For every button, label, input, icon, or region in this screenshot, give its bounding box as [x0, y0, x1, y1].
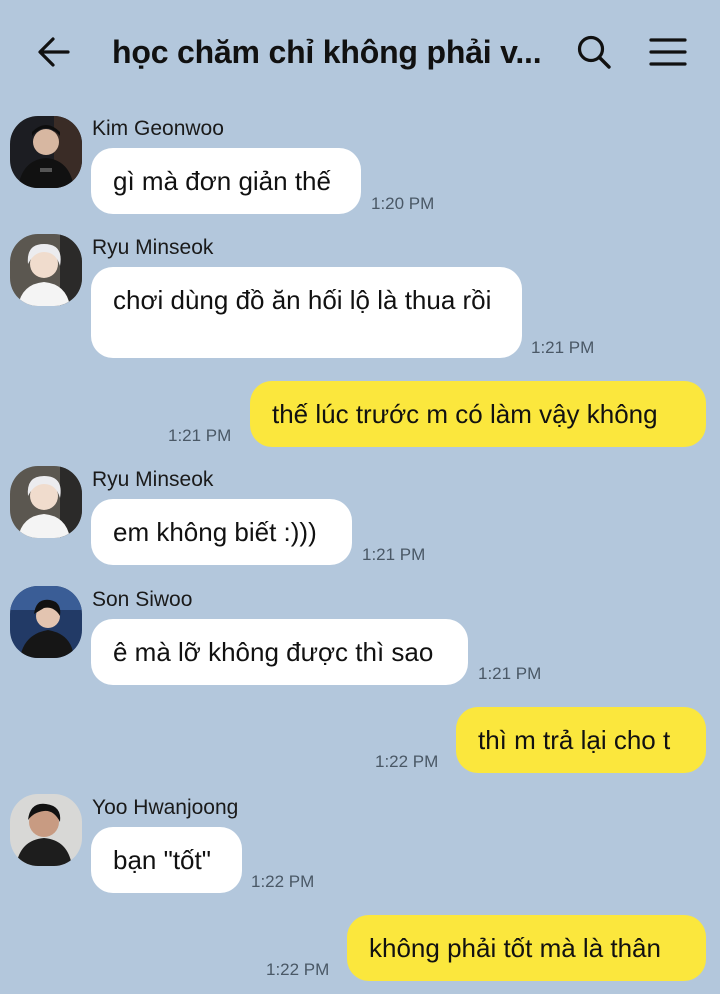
sender-name: Son Siwoo: [92, 588, 193, 611]
message-text: bạn "tốt": [113, 845, 211, 875]
back-button[interactable]: [26, 24, 82, 80]
avatar-yoo-hwanjoong[interactable]: [10, 794, 82, 866]
message-bubble-incoming[interactable]: ê mà lỡ không được thì sao: [91, 619, 468, 685]
avatar-kim-geonwoo[interactable]: [10, 116, 82, 188]
message-text: em không biết :))): [113, 517, 317, 547]
message-text: không phải tốt mà là thân: [369, 933, 661, 963]
sender-name: Ryu Minseok: [92, 236, 214, 259]
hamburger-menu-icon: [649, 38, 687, 66]
message-bubble-outgoing[interactable]: thì m trả lại cho t: [456, 707, 706, 773]
chat-header: học chăm chỉ không phải v...: [0, 0, 720, 104]
message-text: chơi dùng đồ ăn hối lộ là thua rồi: [113, 285, 492, 315]
message-bubble-incoming[interactable]: bạn "tốt": [91, 827, 242, 893]
sender-name: Ryu Minseok: [92, 468, 214, 491]
message-time: 1:22 PM: [266, 960, 330, 979]
message-text: ê mà lỡ không được thì sao: [113, 637, 434, 667]
message-time: 1:21 PM: [478, 664, 542, 683]
message-bubble-incoming[interactable]: gì mà đơn giản thế: [91, 148, 361, 214]
sender-name: Kim Geonwoo: [92, 117, 224, 140]
message-bubble-outgoing[interactable]: thế lúc trước m có làm vậy không: [250, 381, 706, 447]
sender-name: Yoo Hwanjoong: [92, 796, 239, 819]
menu-button[interactable]: [640, 24, 696, 80]
message-bubble-outgoing[interactable]: không phải tốt mà là thân: [347, 915, 706, 981]
search-icon: [577, 35, 611, 69]
search-button[interactable]: [566, 24, 622, 80]
message-time: 1:20 PM: [371, 194, 435, 213]
chat-title: học chăm chỉ không phải v...: [112, 34, 542, 70]
message-text: gì mà đơn giản thế: [113, 166, 331, 196]
arrow-left-icon: [38, 37, 70, 67]
avatar-ryu-minseok[interactable]: [10, 234, 82, 306]
message-text: thế lúc trước m có làm vậy không: [272, 399, 658, 429]
message-time: 1:21 PM: [168, 426, 232, 445]
message-bubble-incoming[interactable]: em không biết :))): [91, 499, 352, 565]
avatar-ryu-minseok[interactable]: [10, 466, 82, 538]
message-bubble-incoming[interactable]: chơi dùng đồ ăn hối lộ là thua rồi: [91, 267, 522, 358]
message-time: 1:21 PM: [362, 545, 426, 564]
message-time: 1:21 PM: [531, 338, 595, 357]
message-time: 1:22 PM: [251, 872, 315, 891]
message-text: thì m trả lại cho t: [478, 725, 671, 755]
avatar-son-siwoo[interactable]: [10, 586, 82, 658]
message-time: 1:22 PM: [375, 752, 439, 771]
